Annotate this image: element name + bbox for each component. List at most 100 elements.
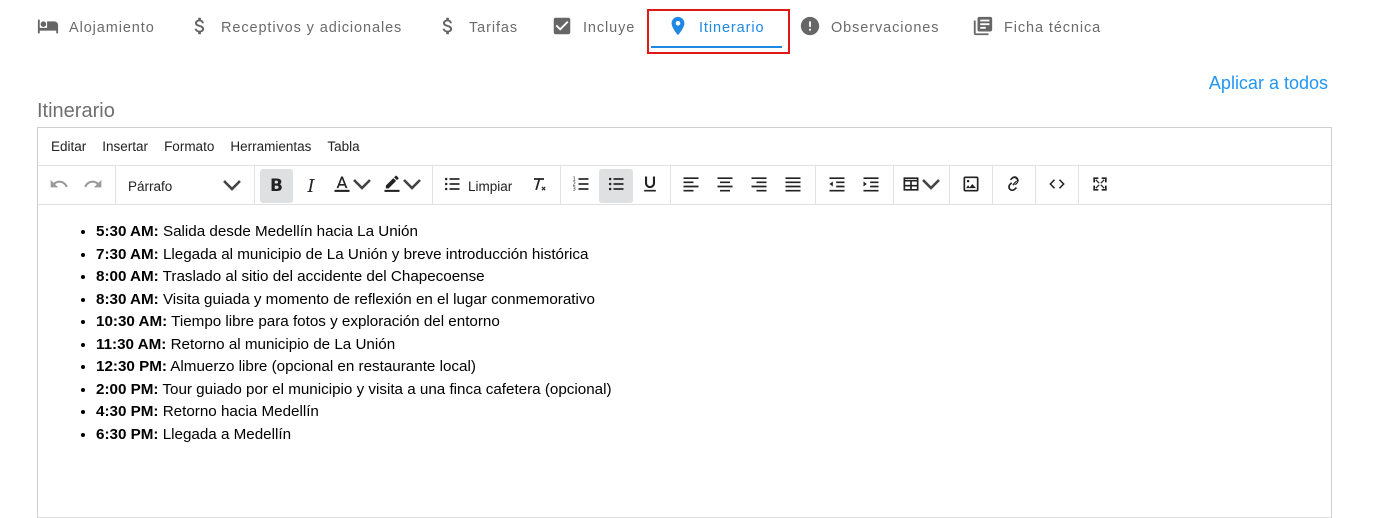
toolbar-separator [254, 166, 255, 204]
toolbar-separator [432, 166, 433, 204]
checkbox-icon [551, 15, 573, 41]
bullet-clear-button[interactable]: Limpiar [438, 169, 520, 203]
chevron-down-icon [222, 175, 242, 198]
block-format-dropdown[interactable]: Párrafo [118, 169, 250, 203]
indent-button[interactable] [856, 169, 886, 203]
item-time: 4:30 PM: [96, 403, 159, 420]
bullet-list-icon [442, 174, 462, 199]
fullscreen-button[interactable] [1085, 169, 1115, 203]
list-item: 2:00 PM: Tour guiado por el municipio y … [96, 379, 1331, 402]
numbered-list-button[interactable]: 123 [566, 169, 596, 203]
bold-button[interactable]: B [260, 169, 293, 203]
source-code-button[interactable] [1042, 169, 1072, 203]
list-item: 5:30 AM: Salida desde Medellín hacia La … [96, 221, 1331, 244]
item-time: 6:30 PM: [96, 425, 159, 443]
toolbar-separator [815, 166, 816, 204]
item-time: 7:30 AM: [96, 245, 159, 263]
item-time: 12:30 PM: [96, 358, 167, 375]
item-time: 11:30 AM: [96, 335, 167, 353]
bullet-list-icon [606, 174, 626, 199]
align-left-button[interactable] [676, 169, 706, 203]
underline-button[interactable] [636, 169, 664, 203]
clear-formatting-button[interactable] [524, 169, 554, 203]
tab-alojamiento[interactable]: Alojamiento [37, 10, 155, 46]
link-icon [1004, 174, 1024, 199]
highlight-color-button[interactable] [378, 169, 426, 203]
list-item: 8:00 AM: Traslado al sitio del accidente… [96, 266, 1331, 289]
italic-icon: I [307, 175, 315, 197]
align-center-icon [715, 174, 735, 199]
align-left-icon [681, 174, 701, 199]
code-icon [1047, 174, 1067, 199]
item-text: Almuerzo libre (opcional en restaurante … [166, 358, 476, 375]
item-time: 8:00 AM: [96, 268, 159, 285]
menu-insertar[interactable]: Insertar [94, 139, 156, 154]
editor-toolbar: Párrafo B I Limpiar 123 [38, 166, 1331, 205]
item-text: Salida desde Medellín hacia La Unión [158, 223, 418, 240]
align-right-icon [749, 174, 769, 199]
bullet-list-button[interactable] [599, 169, 633, 203]
item-time: 8:30 AM: [96, 290, 159, 308]
insert-image-button[interactable] [956, 169, 986, 203]
item-text: Retorno al municipio de La Unión [166, 335, 396, 353]
tab-receptivos[interactable]: Receptivos y adicionales [189, 10, 402, 46]
item-time: 10:30 AM: [96, 313, 168, 330]
undo-button[interactable] [46, 169, 72, 203]
tab-bar: Alojamiento Receptivos y adicionales Tar… [0, 0, 1376, 55]
document-list-icon [972, 15, 994, 41]
align-justify-button[interactable] [778, 169, 808, 203]
tab-incluye[interactable]: Incluye [551, 10, 635, 46]
tab-label: Alojamiento [69, 20, 155, 36]
tab-label: Tarifas [469, 20, 519, 36]
item-text: Llegada al municipio de La Unión y breve… [158, 245, 589, 263]
text-color-button[interactable] [330, 169, 374, 203]
italic-button[interactable]: I [296, 169, 326, 203]
menu-formato[interactable]: Formato [156, 139, 222, 154]
toolbar-separator [893, 166, 894, 204]
menu-editar[interactable]: Editar [43, 139, 94, 154]
dollar-icon [437, 15, 459, 41]
table-button[interactable] [900, 169, 942, 203]
insert-link-button[interactable] [999, 169, 1029, 203]
redo-icon [83, 174, 103, 199]
fullscreen-icon [1090, 174, 1110, 199]
text-color-icon [332, 174, 352, 199]
item-text: Visita guiada y momento de reflexión en … [158, 290, 595, 308]
dollar-icon [189, 15, 211, 41]
apply-all-link[interactable]: Aplicar a todos [1209, 73, 1328, 94]
bold-icon: B [270, 176, 283, 196]
toolbar-separator [949, 166, 950, 204]
tab-observaciones[interactable]: Observaciones [799, 10, 939, 46]
itinerary-list: 5:30 AM: Salida desde Medellín hacia La … [96, 221, 1331, 446]
toolbar-separator [992, 166, 993, 204]
outdent-button[interactable] [822, 169, 852, 203]
tab-tarifas[interactable]: Tarifas [437, 10, 518, 46]
section-title: Itinerario [37, 100, 115, 122]
list-item: 10:30 AM: Tiempo libre para fotos y expl… [96, 311, 1331, 334]
numbered-list-icon: 123 [571, 174, 591, 199]
align-right-button[interactable] [744, 169, 774, 203]
block-format-value: Párrafo [128, 178, 173, 194]
indent-icon [861, 174, 881, 199]
list-item: 8:30 AM: Visita guiada y momento de refl… [96, 289, 1331, 312]
toolbar-separator [670, 166, 671, 204]
item-time: 2:00 PM: [96, 380, 159, 398]
item-text: Retorno hacia Medellín [158, 403, 319, 420]
editor-content[interactable]: 5:30 AM: Salida desde Medellín hacia La … [38, 205, 1331, 446]
clear-formatting-icon [529, 174, 549, 199]
list-item: 4:30 PM: Retorno hacia Medellín [96, 401, 1331, 424]
align-center-button[interactable] [710, 169, 740, 203]
clear-label: Limpiar [468, 178, 513, 194]
menu-tabla[interactable]: Tabla [319, 139, 367, 154]
redo-button[interactable] [80, 169, 106, 203]
align-justify-icon [783, 174, 803, 199]
undo-icon [49, 174, 69, 199]
underline-icon [640, 174, 660, 199]
tab-ficha-tecnica[interactable]: Ficha técnica [972, 10, 1101, 46]
list-item: 6:30 PM: Llegada a Medellín [96, 424, 1331, 447]
item-text: Llegada a Medellín [158, 425, 292, 443]
rich-text-editor: Editar Insertar Formato Herramientas Tab… [37, 127, 1332, 518]
menu-herramientas[interactable]: Herramientas [222, 139, 319, 154]
item-text: Traslado al sitio del accidente del Chap… [158, 268, 485, 285]
chevron-down-icon [402, 174, 422, 199]
